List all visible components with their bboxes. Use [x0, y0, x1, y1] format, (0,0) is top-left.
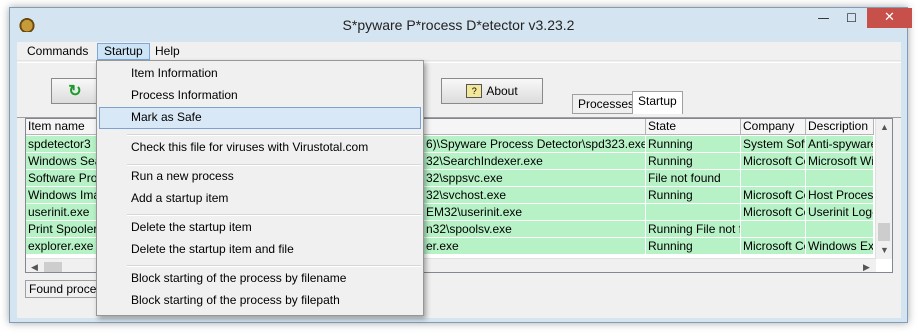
cell-company: Microsoft Corp	[741, 204, 806, 221]
scroll-right-icon[interactable]: ▶	[858, 259, 875, 272]
refresh-icon: ↻	[68, 83, 82, 100]
menu-separator	[127, 214, 421, 216]
menu-help[interactable]: Help	[149, 43, 186, 60]
menu-bar: Commands Startup Help	[17, 42, 901, 61]
title-bar[interactable]: S*pyware P*rocess D*etector v3.23.2 — ☐ …	[10, 8, 912, 42]
column-header-company[interactable]: Company	[741, 119, 806, 135]
scroll-left-icon[interactable]: ◀	[26, 259, 43, 272]
cell-state: Running	[646, 153, 741, 170]
cell-path: 6)\Spyware Process Detector\spd323.exe	[424, 136, 646, 153]
vertical-scroll-thumb[interactable]	[878, 223, 890, 241]
column-header-description[interactable]: Description	[806, 119, 874, 135]
window-title: S*pyware P*rocess D*etector v3.23.2	[342, 17, 575, 33]
cell-state	[646, 204, 741, 221]
cell-state: Running	[646, 136, 741, 153]
menu-item-delete-startup-item-and-file[interactable]: Delete the startup item and file	[99, 239, 421, 261]
maximize-button[interactable]: ☐	[838, 8, 865, 28]
menu-item-mark-as-safe[interactable]: Mark as Safe	[99, 107, 421, 129]
menu-item-check-virustotal[interactable]: Check this file for viruses with Virusto…	[99, 137, 421, 159]
column-header-state[interactable]: State	[646, 119, 741, 135]
cell-company	[741, 170, 806, 187]
cell-state: Running	[646, 238, 741, 255]
menu-startup[interactable]: Startup	[97, 43, 150, 60]
minimize-button[interactable]: —	[810, 8, 837, 28]
menu-separator	[127, 265, 421, 267]
cell-company: Microsoft Corp	[741, 153, 806, 170]
menu-item-block-by-filepath[interactable]: Block starting of the process by filepat…	[99, 290, 421, 312]
cell-path: er.exe	[424, 238, 646, 255]
menu-item-run-new-process[interactable]: Run a new process	[99, 166, 421, 188]
cell-company: Microsoft Corp	[741, 238, 806, 255]
cell-company: Microsoft Corp	[741, 187, 806, 204]
cell-description: Host Process	[806, 187, 874, 204]
cell-path: 32\sppsvc.exe	[424, 170, 646, 187]
scroll-up-icon[interactable]: ▲	[876, 119, 892, 136]
menu-item-add-startup-item[interactable]: Add a startup item	[99, 188, 421, 210]
column-header-path[interactable]	[424, 119, 646, 135]
tab-startup[interactable]: Startup	[632, 91, 683, 114]
cell-description: Userinit Log-on	[806, 204, 874, 221]
cell-description	[806, 221, 874, 238]
menu-separator	[127, 134, 421, 136]
cell-state: Running	[646, 187, 741, 204]
refresh-button[interactable]: ↻	[51, 78, 99, 104]
cell-state: Running File not found	[646, 221, 741, 238]
about-book-icon: ?	[466, 84, 483, 98]
vertical-scrollbar[interactable]: ▲ ▼	[875, 119, 892, 259]
cell-description: Windows Explorer	[806, 238, 874, 255]
menu-commands[interactable]: Commands	[21, 43, 94, 60]
startup-menu-dropdown: Item Information Process Information Mar…	[96, 60, 424, 316]
cell-path: 32\svchost.exe	[424, 187, 646, 204]
cell-path: n32\spoolsv.exe	[424, 221, 646, 238]
cell-path: 32\SearchIndexer.exe	[424, 153, 646, 170]
about-label: About	[486, 84, 518, 98]
cell-description: Microsoft Windows	[806, 153, 874, 170]
menu-item-process-information[interactable]: Process Information	[99, 85, 421, 107]
menu-item-delete-startup-item[interactable]: Delete the startup item	[99, 217, 421, 239]
menu-item-block-by-filename[interactable]: Block starting of the process by filenam…	[99, 268, 421, 290]
cell-state: File not found	[646, 170, 741, 187]
cell-path: EM32\userinit.exe	[424, 204, 646, 221]
about-button[interactable]: ? About	[441, 78, 543, 104]
cell-description	[806, 170, 874, 187]
menu-item-item-information[interactable]: Item Information	[99, 63, 421, 85]
close-button[interactable]: ✕	[867, 8, 912, 28]
scroll-down-icon[interactable]: ▼	[876, 242, 892, 259]
cell-company: System SoftLAB	[741, 136, 806, 153]
tab-processes[interactable]: Processes	[572, 94, 641, 114]
cell-description: Anti-spyware	[806, 136, 874, 153]
cell-company	[741, 221, 806, 238]
horizontal-scroll-thumb[interactable]	[44, 262, 62, 272]
